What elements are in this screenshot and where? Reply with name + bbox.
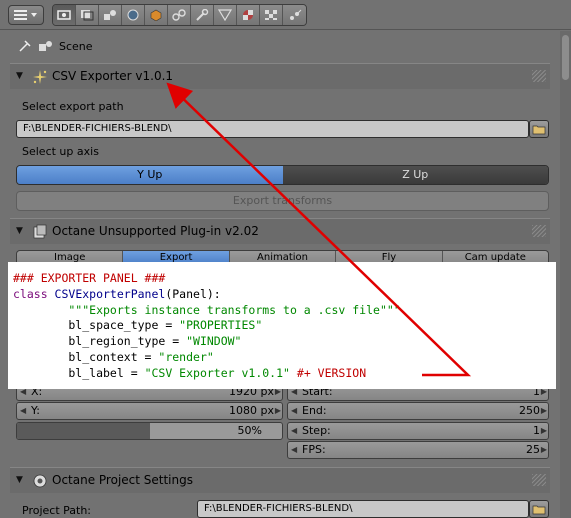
folder-icon[interactable] bbox=[529, 500, 549, 518]
field-value: 25 bbox=[526, 443, 540, 456]
csv-panel-header[interactable]: ▼ CSV Exporter v1.0.1 bbox=[10, 63, 550, 89]
collapse-triangle-icon: ▼ bbox=[16, 226, 23, 236]
field-label: Step: bbox=[302, 424, 331, 437]
pin-icon[interactable] bbox=[18, 39, 32, 56]
scene-icon[interactable] bbox=[99, 5, 122, 25]
slider-fill bbox=[17, 423, 150, 439]
increment-arrow-icon[interactable]: ▶ bbox=[541, 442, 547, 458]
field-value: 1 bbox=[533, 424, 540, 437]
scrollbar-thumb[interactable] bbox=[562, 35, 569, 80]
render-icon[interactable] bbox=[53, 5, 76, 25]
render-layers-icon[interactable] bbox=[76, 5, 99, 25]
export-path-field[interactable]: F:\BLENDER-FICHIERS-BLEND\ bbox=[16, 120, 529, 138]
scrollbar[interactable] bbox=[560, 31, 571, 518]
code-string: "render" bbox=[158, 349, 214, 364]
sparkle-icon bbox=[32, 69, 48, 88]
collapse-triangle-icon: ▼ bbox=[16, 71, 23, 81]
collapse-triangle-icon: ▼ bbox=[16, 475, 23, 485]
code-keyword: class bbox=[13, 286, 55, 301]
field-label: Y: bbox=[31, 404, 40, 417]
increment-arrow-icon[interactable]: ▶ bbox=[275, 403, 281, 419]
code-line: """Exports instance transforms to a .csv… bbox=[13, 302, 401, 317]
panel-drag-handle[interactable] bbox=[532, 474, 546, 486]
slider-value: 50% bbox=[237, 424, 262, 437]
octane-icon bbox=[32, 224, 48, 243]
y-up-option[interactable]: Y Up bbox=[17, 166, 283, 184]
frame-step-field[interactable]: ◀ Step: 1 ▶ bbox=[287, 422, 549, 440]
field-label: FPS: bbox=[302, 443, 326, 456]
editor-type-button[interactable] bbox=[8, 5, 44, 25]
decrement-arrow-icon[interactable]: ◀ bbox=[20, 403, 26, 419]
export-transforms-button[interactable]: Export transforms bbox=[16, 191, 549, 211]
material-icon[interactable] bbox=[237, 5, 260, 25]
fps-field[interactable]: ◀ FPS: 25 ▶ bbox=[287, 441, 549, 459]
panel-drag-handle[interactable] bbox=[532, 225, 546, 237]
panel-drag-handle[interactable] bbox=[532, 70, 546, 82]
decrement-arrow-icon[interactable]: ◀ bbox=[291, 442, 297, 458]
project-path-label: Project Path: bbox=[22, 504, 92, 517]
z-up-option[interactable]: Z Up bbox=[282, 166, 548, 184]
field-value: 1080 px bbox=[229, 404, 274, 417]
object-icon[interactable] bbox=[145, 5, 168, 25]
world-icon[interactable] bbox=[122, 5, 145, 25]
frame-end-field[interactable]: ◀ End: 250 ▶ bbox=[287, 402, 549, 420]
resolution-y-field[interactable]: ◀ Y: 1080 px ▶ bbox=[16, 402, 283, 420]
properties-header bbox=[0, 0, 571, 30]
code-class-name: CSVExporterPanel bbox=[54, 286, 166, 301]
code-line: bl_space_type = "PROPERTIES" bbox=[13, 318, 556, 334]
code-line: bl_region_type = "WINDOW" bbox=[13, 334, 556, 350]
field-label: End: bbox=[302, 404, 327, 417]
export-path-label: Select export path bbox=[22, 100, 124, 113]
code-text: bl_context = bbox=[13, 349, 159, 364]
code-comment: #+ VERSION bbox=[289, 365, 367, 380]
code-string: "CSV Exporter v1.0.1" bbox=[144, 365, 290, 380]
context-tabs bbox=[52, 4, 307, 26]
folder-icon[interactable] bbox=[529, 120, 549, 138]
data-icon[interactable] bbox=[214, 5, 237, 25]
panel-title: Octane Project Settings bbox=[52, 473, 193, 487]
code-text: (Panel): bbox=[165, 286, 221, 301]
octane-icon bbox=[32, 473, 48, 492]
decrement-arrow-icon[interactable]: ◀ bbox=[291, 403, 297, 419]
increment-arrow-icon[interactable]: ▶ bbox=[541, 403, 547, 419]
code-line: ### EXPORTER PANEL ### bbox=[13, 271, 166, 285]
breadcrumb: Scene bbox=[0, 31, 558, 61]
code-text: bl_label = bbox=[13, 365, 145, 380]
code-text: bl_space_type = bbox=[13, 318, 180, 333]
code-line: bl_label = "CSV Exporter v1.0.1" #+ VERS… bbox=[13, 366, 556, 382]
panel-title: Octane Unsupported Plug-in v2.02 bbox=[52, 224, 259, 238]
project-path-field[interactable]: F:\BLENDER-FICHIERS-BLEND\ bbox=[197, 500, 529, 518]
field-value: 250 bbox=[519, 404, 540, 417]
scene-name: Scene bbox=[59, 40, 93, 53]
constraints-icon[interactable] bbox=[168, 5, 191, 25]
up-axis-label: Select up axis bbox=[22, 145, 99, 158]
code-line: bl_context = "render" bbox=[13, 350, 556, 366]
particles-icon[interactable] bbox=[283, 5, 306, 25]
code-text: bl_region_type = bbox=[13, 334, 187, 349]
up-axis-selector: Y Up Z Up bbox=[16, 165, 549, 185]
decrement-arrow-icon[interactable]: ◀ bbox=[291, 423, 297, 439]
code-snippet: ### EXPORTER PANEL ### class CSVExporterP… bbox=[8, 262, 556, 389]
increment-arrow-icon[interactable]: ▶ bbox=[541, 423, 547, 439]
texture-icon[interactable] bbox=[260, 5, 283, 25]
resolution-percentage-slider[interactable]: 50% bbox=[16, 422, 283, 440]
modifiers-icon[interactable] bbox=[191, 5, 214, 25]
code-string: "PROPERTIES" bbox=[179, 318, 263, 333]
code-line: class CSVExporterPanel(Panel): bbox=[13, 287, 556, 303]
octane-plugin-panel-header[interactable]: ▼ Octane Unsupported Plug-in v2.02 bbox=[10, 218, 550, 244]
octane-project-settings-header[interactable]: ▼ Octane Project Settings bbox=[10, 467, 550, 493]
scene-icon bbox=[38, 39, 54, 56]
panel-title: CSV Exporter v1.0.1 bbox=[52, 69, 174, 83]
code-string: "WINDOW" bbox=[186, 334, 242, 349]
